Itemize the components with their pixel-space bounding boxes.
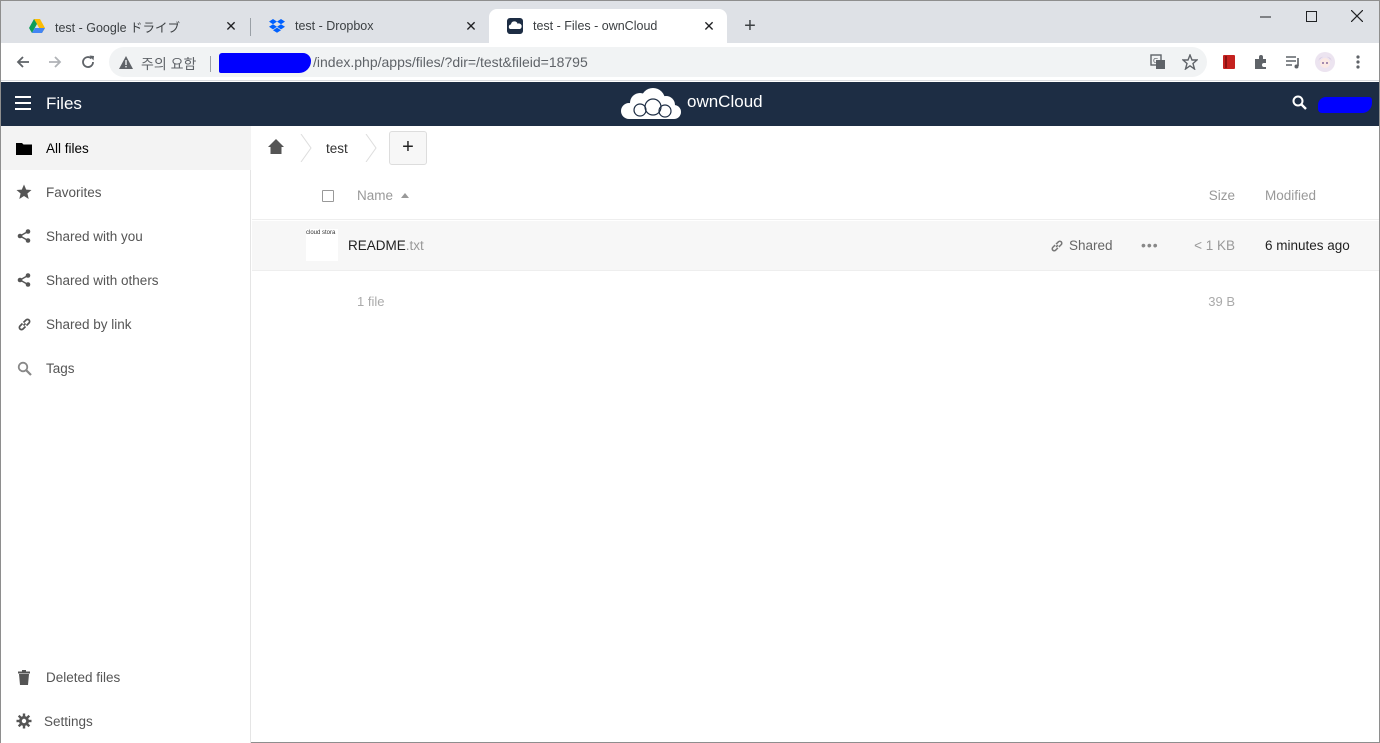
tab-dropbox[interactable]: test - Dropbox ✕ [251,9,489,43]
extensions-puzzle-icon[interactable] [1248,49,1274,75]
extension-book-icon[interactable] [1216,49,1242,75]
share-icon [16,228,32,244]
browser-menu-icon[interactable] [1345,49,1371,75]
folder-icon [16,140,32,156]
sidebar-item-label: Favorites [46,184,102,200]
share-action[interactable]: Shared [1050,238,1113,253]
sidebar-item-tags[interactable]: Tags [1,346,251,390]
security-indicator[interactable]: 주의 요함 [119,54,212,74]
security-label: 주의 요함 [141,56,197,72]
new-file-button[interactable]: + [389,131,427,165]
link-icon [1051,240,1063,251]
column-size-header[interactable]: Size [1209,188,1235,203]
tab-title: test - Google ドライブ [55,20,181,35]
tab-strip: test - Google ドライブ ✕ test - Dropbox ✕ te… [1,1,1379,43]
sidebar-item-settings[interactable]: Settings [1,699,251,743]
browser-toolbar: 주의 요함 /index.php/apps/files/?dir=/test&f… [1,43,1379,81]
breadcrumb: test + [252,126,1379,170]
breadcrumb-item-test[interactable]: test [326,141,348,156]
file-modified: 6 minutes ago [1265,238,1350,253]
sidebar-item-label: Shared with you [46,228,143,244]
maximize-button[interactable] [1288,1,1334,31]
file-name[interactable]: README.txt [348,238,424,253]
file-size: < 1 KB [1194,238,1235,253]
sidebar-item-all-files[interactable]: All files [1,126,251,170]
shared-label: Shared [1069,238,1113,253]
bookmark-star-icon[interactable] [1177,49,1203,75]
sidebar-item-label: Tags [46,360,75,376]
reload-button[interactable] [75,49,101,75]
redacted-username[interactable] [1318,97,1372,113]
file-extension: .txt [405,238,424,253]
owncloud-icon [507,18,523,34]
tab-title: test - Dropbox [295,19,374,33]
sidebar-item-deleted-files[interactable]: Deleted files [1,655,251,699]
app-header: Files ownCloud [1,82,1379,126]
sidebar-item-label: Shared by link [46,316,132,332]
file-basename: README [348,238,406,253]
sidebar-item-label: All files [46,140,89,156]
new-tab-button[interactable]: + [739,15,761,37]
column-modified-header[interactable]: Modified [1265,188,1316,203]
table-summary: 1 file 39 B [252,286,1379,316]
sidebar: All files Favorites Shared with you Shar… [1,126,251,743]
divider [210,56,212,72]
url-text: /index.php/apps/files/?dir=/test&fileid=… [313,54,588,70]
breadcrumb-separator-icon [300,134,312,162]
profile-avatar[interactable] [1312,49,1338,75]
more-actions-icon[interactable]: ••• [1141,237,1159,253]
file-thumbnail: cloud stora [306,229,338,261]
tab-title: test - Files - ownCloud [533,19,658,33]
files-content: test + Name Size Modified cloud stora RE… [252,126,1379,743]
window-close-button[interactable] [1334,1,1380,31]
sidebar-item-shared-by-link[interactable]: Shared by link [1,302,251,346]
sidebar-item-shared-with-you[interactable]: Shared with you [1,214,251,258]
warning-icon [119,56,133,72]
menu-icon[interactable] [15,96,31,110]
share-icon [16,272,32,288]
media-queue-icon[interactable] [1280,49,1306,75]
file-count: 1 file [357,294,385,309]
brand-name: ownCloud [687,92,763,111]
search-icon[interactable] [1292,95,1310,113]
sidebar-item-label: Settings [44,713,93,729]
column-name-header[interactable]: Name [357,188,410,203]
trash-icon [16,669,32,685]
sidebar-item-label: Deleted files [46,669,121,685]
total-size: 39 B [1208,294,1235,309]
browser-window: test - Google ドライブ ✕ test - Dropbox ✕ te… [0,0,1380,743]
close-icon[interactable]: ✕ [223,18,239,34]
sort-ascending-icon [401,193,410,198]
forward-button[interactable] [42,49,68,75]
table-header: Name Size Modified [252,176,1379,220]
close-icon[interactable]: ✕ [701,18,717,34]
home-icon[interactable] [268,139,284,159]
translate-icon[interactable]: G [1145,49,1171,75]
star-icon [16,184,32,200]
sidebar-item-label: Shared with others [46,272,159,288]
owncloud-logo[interactable] [620,88,682,120]
table-row[interactable]: cloud stora README.txt Shared ••• < 1 KB… [252,221,1379,271]
back-button[interactable] [10,49,36,75]
close-icon[interactable]: ✕ [463,18,479,34]
sidebar-item-favorites[interactable]: Favorites [1,170,251,214]
breadcrumb-separator-icon [365,134,377,162]
tab-google-drive[interactable]: test - Google ドライブ ✕ [11,9,249,43]
select-all-checkbox[interactable] [322,190,334,202]
link-icon [16,316,32,332]
sidebar-item-shared-with-others[interactable]: Shared with others [1,258,251,302]
dropbox-icon [269,18,285,34]
tag-search-icon [16,360,32,376]
tab-owncloud[interactable]: test - Files - ownCloud ✕ [489,9,727,43]
app-title[interactable]: Files [46,94,82,114]
address-bar[interactable]: 주의 요함 /index.php/apps/files/?dir=/test&f… [109,47,1207,77]
minimize-button[interactable] [1242,1,1288,31]
google-drive-icon [29,18,45,34]
svg-text:G: G [1153,57,1158,65]
redacted-host [219,53,311,73]
column-name-label: Name [357,188,394,203]
gear-icon [16,713,32,729]
